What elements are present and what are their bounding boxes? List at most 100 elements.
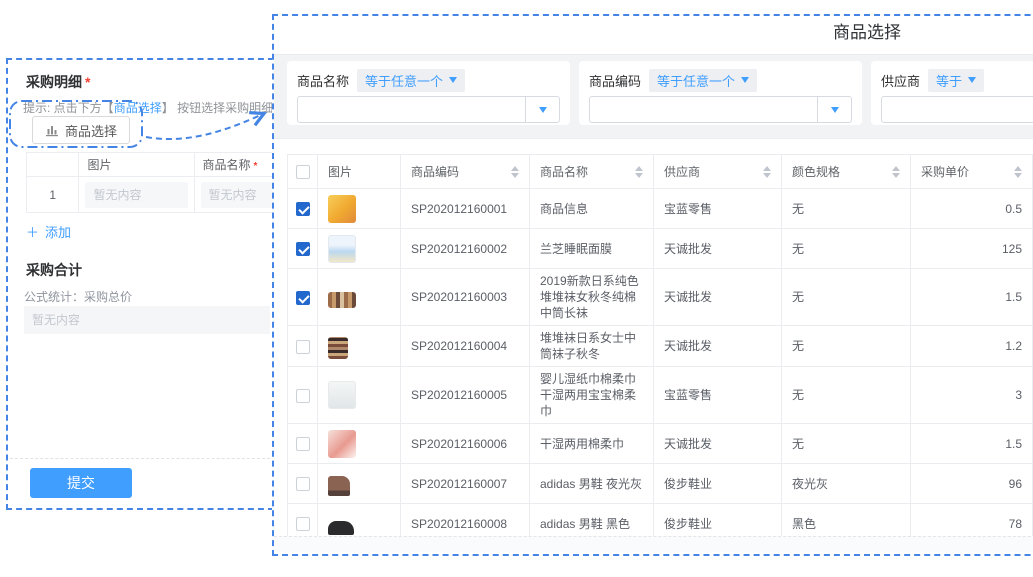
table-row[interactable]: SP202012160001 商品信息 宝蓝零售 无 0.5 (288, 189, 1033, 229)
filter-product-name: 商品名称 等于任意一个 (287, 61, 570, 125)
column-header-image: 图片 (318, 155, 401, 189)
product-select-button-label: 商品选择 (65, 121, 117, 140)
purchase-detail-title: 采购明细* (26, 72, 90, 92)
cell-code: SP202012160003 (401, 269, 530, 326)
cell-code: SP202012160006 (401, 424, 530, 464)
product-thumbnail (328, 430, 356, 458)
required-asterisk: * (85, 74, 90, 90)
purchase-total-value: 暂无内容 (24, 306, 270, 334)
sort-icon[interactable] (763, 166, 771, 178)
cell-spec: 无 (782, 424, 911, 464)
cell-supplier: 宝蓝零售 (654, 367, 782, 424)
sort-icon[interactable] (892, 166, 900, 178)
purchase-detail-subtable: 图片 商品名称* 1 暂无内容 暂无内容 (26, 152, 274, 213)
sort-icon[interactable] (635, 166, 643, 178)
table-row[interactable]: SP202012160007 adidas 男鞋 夜光灰 俊步鞋业 夜光灰 96 (288, 464, 1033, 504)
cell-supplier: 天诚批发 (654, 229, 782, 269)
table-row[interactable]: SP202012160005 婴儿湿纸巾棉柔巾干湿两用宝宝棉柔巾 宝蓝零售 无 … (288, 367, 1033, 424)
cell-name: 干湿两用棉柔巾 (530, 424, 654, 464)
plus-icon: ＋ (26, 222, 39, 241)
filter-operator-dropdown[interactable]: 等于任意一个 (649, 69, 757, 92)
row-checkbox[interactable] (296, 242, 310, 256)
product-thumbnail (328, 235, 356, 263)
required-asterisk: * (254, 161, 258, 172)
cell-code: SP202012160007 (401, 464, 530, 504)
image-field-empty[interactable]: 暂无内容 (85, 182, 187, 208)
chevron-down-icon (449, 77, 457, 83)
product-thumbnail (328, 521, 354, 535)
cell-name: adidas 男鞋 夜光灰 (530, 464, 654, 504)
add-row-link[interactable]: ＋ 添加 (26, 222, 71, 241)
cell-supplier: 俊步鞋业 (654, 464, 782, 504)
filter-operator-dropdown[interactable]: 等于 (928, 69, 984, 92)
dropdown-arrow-button[interactable] (817, 97, 851, 122)
cell-spec: 无 (782, 367, 911, 424)
name-field-empty[interactable]: 暂无内容 (201, 182, 274, 208)
cell-price: 125 (911, 229, 1033, 269)
row-checkbox[interactable] (296, 389, 310, 403)
product-thumbnail (328, 476, 350, 496)
panel-divider (10, 458, 270, 459)
subtable-header-row: 图片 商品名称* (27, 153, 275, 177)
column-header-code: 商品编码 (401, 155, 530, 189)
row-index: 1 (27, 177, 79, 213)
cell-name: 2019新款日系纯色堆堆袜女秋冬纯棉中筒长袜 (530, 269, 654, 326)
submit-button[interactable]: 提交 (30, 468, 132, 498)
sort-icon[interactable] (1014, 166, 1022, 178)
table-row[interactable]: SP202012160002 兰芝睡眠面膜 天诚批发 无 125 (288, 229, 1033, 269)
filter-operator-dropdown[interactable]: 等于任意一个 (357, 69, 465, 92)
cell-spec: 无 (782, 189, 911, 229)
row-checkbox[interactable] (296, 291, 310, 305)
subtable-index-header (27, 153, 79, 177)
table-header-row: 图片 商品编码 商品名称 供应商 颜色规格 采购单价 (288, 155, 1033, 189)
cell-spec: 无 (782, 229, 911, 269)
product-select-modal: 商品选择 商品名称 等于任意一个 商品编码 等于任意 (272, 14, 1033, 556)
dropdown-arrow-button[interactable] (525, 97, 559, 122)
filter-value-input[interactable] (589, 96, 852, 123)
cell-supplier: 天诚批发 (654, 326, 782, 367)
table-row[interactable]: SP202012160006 干湿两用棉柔巾 天诚批发 无 1.5 (288, 424, 1033, 464)
chevron-down-icon (741, 77, 749, 83)
purchase-detail-panel: 采购明细* 提示: 点击下方【商品选择】 按钮选择采购明细商品 商品选择 图片 (6, 58, 274, 510)
row-checkbox[interactable] (296, 340, 310, 354)
subtable-row: 1 暂无内容 暂无内容 (27, 177, 275, 213)
row-checkbox[interactable] (296, 477, 310, 491)
modal-title: 商品选择 (274, 16, 1033, 54)
add-row-label: 添加 (45, 222, 71, 241)
cell-spec: 无 (782, 269, 911, 326)
subtable-name-header: 商品名称* (194, 153, 274, 177)
filter-product-code: 商品编码 等于任意一个 (579, 61, 862, 125)
product-thumbnail (328, 337, 348, 359)
table-row[interactable]: SP202012160004 堆堆袜日系女士中筒袜子秋冬 天诚批发 无 1.2 (288, 326, 1033, 367)
filter-value-input[interactable] (881, 96, 1033, 123)
column-header-name: 商品名称 (530, 155, 654, 189)
filter-label: 供应商 (881, 71, 920, 90)
cell-price: 1.5 (911, 269, 1033, 326)
filter-value-input[interactable] (297, 96, 560, 123)
sort-icon[interactable] (511, 166, 519, 178)
modal-footer-strip (274, 536, 1033, 552)
cell-code: SP202012160002 (401, 229, 530, 269)
cell-spec: 夜光灰 (782, 464, 911, 504)
product-select-button[interactable]: 商品选择 (32, 116, 130, 144)
formula-label: 公式统计：采购总价 (24, 288, 132, 305)
column-header-price: 采购单价 (911, 155, 1033, 189)
row-checkbox[interactable] (296, 437, 310, 451)
hint-text: 提示: 点击下方【商品选择】 按钮选择采购明细商品 (23, 99, 274, 116)
row-checkbox[interactable] (296, 202, 310, 216)
filter-supplier: 供应商 等于 (871, 61, 1033, 125)
row-checkbox[interactable] (296, 517, 310, 531)
cell-code: SP202012160001 (401, 189, 530, 229)
table-row[interactable]: SP202012160003 2019新款日系纯色堆堆袜女秋冬纯棉中筒长袜 天诚… (288, 269, 1033, 326)
cell-price: 3 (911, 367, 1033, 424)
cell-name: 商品信息 (530, 189, 654, 229)
cell-supplier: 天诚批发 (654, 424, 782, 464)
filter-operator-value: 等于任意一个 (365, 71, 443, 90)
select-all-checkbox[interactable] (296, 165, 310, 179)
filter-label: 商品名称 (297, 71, 349, 90)
filter-operator-value: 等于任意一个 (657, 71, 735, 90)
filter-operator-value: 等于 (936, 71, 962, 90)
cell-code: SP202012160004 (401, 326, 530, 367)
product-table: 图片 商品编码 商品名称 供应商 颜色规格 采购单价 SP20201216000… (287, 154, 1033, 544)
purchase-detail-title-text: 采购明细 (26, 74, 82, 90)
